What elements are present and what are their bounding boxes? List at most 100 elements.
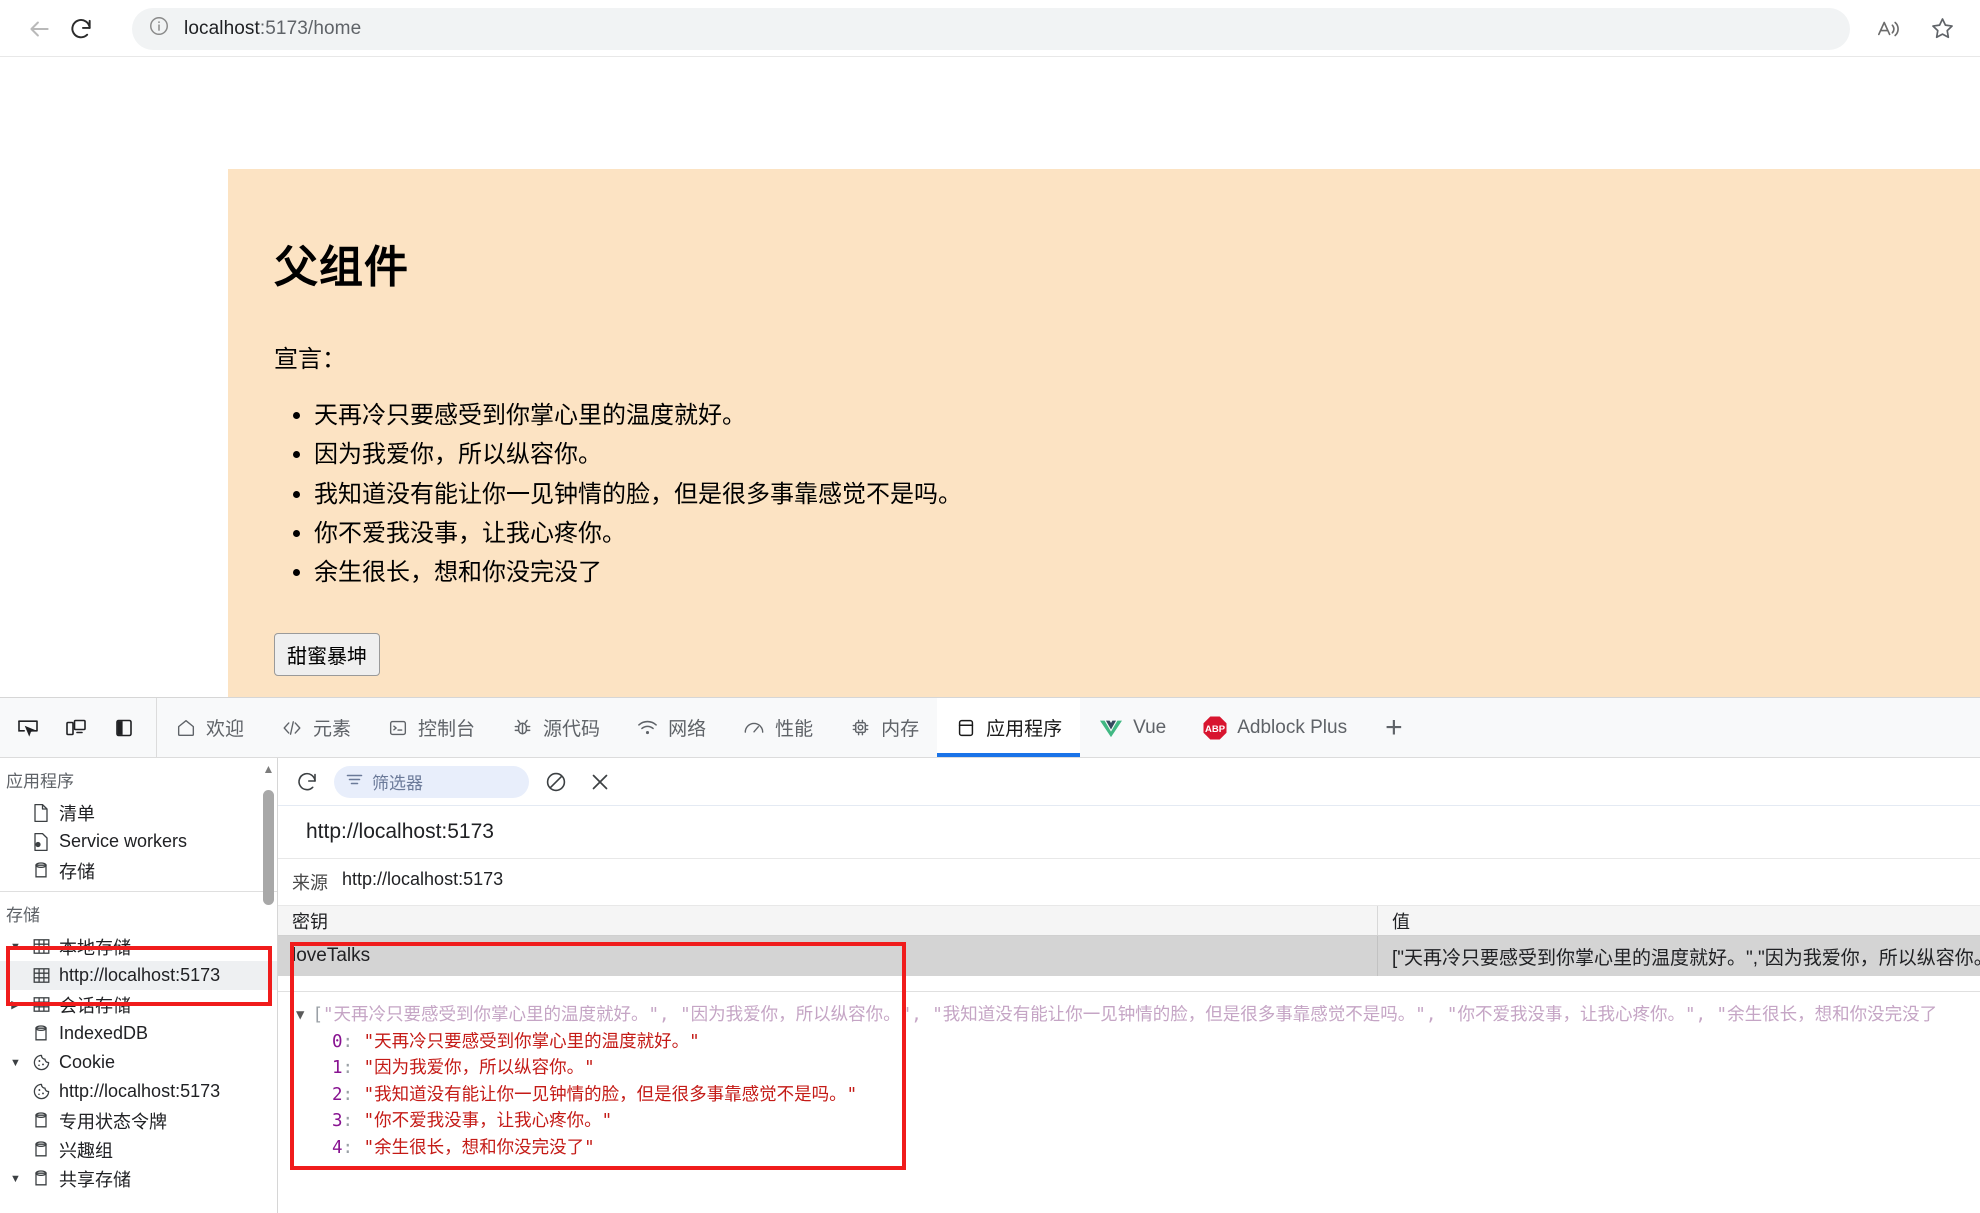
url-host: localhost xyxy=(184,17,260,39)
list-item: 因为我爱你，所以纵容你。 xyxy=(314,435,1980,474)
page-title: 父组件 xyxy=(274,243,409,292)
list-item: 我知道没有能让你一见钟情的脸，但是很多事靠感觉不是吗。 xyxy=(314,475,1980,514)
url-path: :5173/home xyxy=(259,17,362,39)
table-row[interactable]: loveTalks ["天再冷只要感受到你掌心里的温度就好。","因为我爱你，所… xyxy=(278,936,1980,976)
filter-input[interactable]: 筛选器 xyxy=(334,765,529,798)
tab-label: 源代码 xyxy=(543,719,601,740)
chevron-right-icon[interactable]: ▶ xyxy=(8,998,23,1011)
code-brackets-icon xyxy=(280,717,304,739)
sidebar-item-label: 清单 xyxy=(59,803,95,824)
tab-label: 元素 xyxy=(313,719,352,740)
sidebar-item-local-storage-origin[interactable]: http://localhost:5173 xyxy=(0,961,277,990)
column-header-value[interactable]: 值 xyxy=(1378,908,1980,934)
list-item: 余生很长，想和你没完没了 xyxy=(314,553,1980,592)
refresh-button[interactable] xyxy=(290,765,324,799)
tab-label: 应用程序 xyxy=(986,719,1063,740)
preview-item-value: "我知道没有能让你一见钟情的脸，但是很多事靠感觉不是吗。" xyxy=(363,1084,858,1105)
back-button[interactable] xyxy=(18,8,60,50)
star-icon[interactable] xyxy=(1922,9,1962,49)
tab-sources[interactable]: 源代码 xyxy=(493,698,618,757)
preview-item-value: "因为我爱你，所以纵容你。" xyxy=(363,1058,595,1079)
storage-toolbar: 筛选器 xyxy=(278,758,1980,806)
abp-logo-icon: ABP xyxy=(1202,715,1228,741)
address-bar[interactable]: localhost:5173/home xyxy=(132,7,1850,50)
storage-key-value-table: 密钥 值 loveTalks ["天再冷只要感受到你掌心里的温度就好。","因为… xyxy=(278,906,1980,992)
console-icon xyxy=(387,717,409,739)
tab-adblock-plus[interactable]: ABP Adblock Plus xyxy=(1184,698,1365,757)
storage-origin-title: http://localhost:5173 xyxy=(278,806,1980,859)
browser-actions xyxy=(1868,9,1962,49)
expand-toggle-icon[interactable]: ▼ xyxy=(296,1002,304,1026)
tab-performance[interactable]: 性能 xyxy=(724,698,831,757)
sidebar-item-label: 存储 xyxy=(59,861,95,882)
sidebar-item-indexeddb[interactable]: IndexedDB xyxy=(0,1019,277,1048)
tab-console[interactable]: 控制台 xyxy=(369,698,493,757)
tab-memory[interactable]: 内存 xyxy=(831,698,937,757)
tab-elements[interactable]: 元素 xyxy=(262,698,369,757)
preview-item-index: 4 xyxy=(332,1137,343,1158)
chevron-down-icon[interactable]: ▼ xyxy=(8,1173,23,1185)
sidebar-item-service-workers[interactable]: Service workers xyxy=(0,827,277,856)
tab-vue[interactable]: Vue xyxy=(1080,698,1184,757)
service-worker-icon xyxy=(30,832,52,852)
clear-all-button[interactable] xyxy=(539,765,573,799)
filter-lines-icon xyxy=(346,773,363,791)
tab-network[interactable]: 网络 xyxy=(618,698,724,757)
preview-array-item: 3: "你不爱我没事，让我心疼你。" xyxy=(332,1111,613,1132)
sweet-button[interactable]: 甜蜜暴坤 xyxy=(274,632,380,676)
dock-side-icon[interactable] xyxy=(106,710,142,746)
tab-application[interactable]: 应用程序 xyxy=(937,698,1081,757)
sidebar-item-cookie[interactable]: ▼ Cookie xyxy=(0,1048,277,1077)
sidebar-item-local-storage[interactable]: ▼ 本地存储 xyxy=(0,932,277,961)
sidebar-item-shared-storage[interactable]: ▼ 共享存储 xyxy=(0,1164,277,1193)
add-tab-button[interactable]: + xyxy=(1365,698,1423,757)
vue-logo-icon xyxy=(1098,717,1124,739)
scroll-up-arrow-icon[interactable]: ▲ xyxy=(261,762,276,776)
sidebar-scrollbar[interactable]: ▲ xyxy=(261,762,275,1102)
scrollbar-thumb[interactable] xyxy=(263,790,274,905)
delete-selected-button[interactable] xyxy=(583,765,617,799)
sidebar-section-storage-title: 存储 xyxy=(6,906,40,925)
storage-main-panel: 筛选器 http://localhost:5173 来源 http://loca… xyxy=(278,758,1980,1213)
browser-toolbar: localhost:5173/home xyxy=(0,0,1980,57)
page-viewport: 父组件 宣言： 天再冷只要感受到你掌心里的温度就好。 因为我爱你，所以纵容你。 … xyxy=(0,57,1980,697)
sidebar-item-interest-groups[interactable]: 兴趣组 xyxy=(0,1135,277,1164)
device-toolbar-icon[interactable] xyxy=(58,710,94,746)
preview-array-item: 2: "我知道没有能让你一见钟情的脸，但是很多事靠感觉不是吗。" xyxy=(332,1084,858,1105)
declaration-label: 宣言： xyxy=(274,346,346,373)
chevron-down-icon[interactable]: ▼ xyxy=(8,941,23,953)
sidebar-item-storage[interactable]: 存储 xyxy=(0,856,277,885)
storage-cylinder-icon xyxy=(30,861,52,881)
svg-text:ABP: ABP xyxy=(1205,724,1226,735)
sidebar-item-private-state-tokens[interactable]: 专用状态令牌 xyxy=(0,1106,277,1135)
table-empty-row xyxy=(278,976,1980,992)
manifest-file-icon xyxy=(30,803,52,823)
table-grid-icon xyxy=(30,966,52,985)
preview-summary-line[interactable]: ▼ ["天再冷只要感受到你掌心里的温度就好。", "因为我爱你，所以纵容你。",… xyxy=(296,1002,1980,1029)
read-aloud-icon[interactable] xyxy=(1868,9,1908,49)
preview-item-index: 0 xyxy=(332,1031,343,1052)
sidebar-item-manifest[interactable]: 清单 xyxy=(0,798,277,827)
value-preview-pane: ▼ ["天再冷只要感受到你掌心里的温度就好。", "因为我爱你，所以纵容你。",… xyxy=(278,992,1980,1213)
preview-array-item: 4: "余生很长，想和你没完没了" xyxy=(332,1137,595,1158)
sidebar-item-label: IndexedDB xyxy=(59,1023,149,1043)
sidebar-item-session-storage[interactable]: ▶ 会话存储 xyxy=(0,990,277,1019)
sidebar-item-cookie-origin[interactable]: http://localhost:5173 xyxy=(0,1077,277,1106)
tab-welcome[interactable]: 欢迎 xyxy=(157,698,262,757)
preview-item-index: 2 xyxy=(332,1084,343,1105)
preview-item-index: 1 xyxy=(332,1058,343,1079)
list-item: 天再冷只要感受到你掌心里的温度就好。 xyxy=(314,396,1980,435)
sidebar-item-label: 本地存储 xyxy=(59,937,131,958)
sidebar-item-label: Cookie xyxy=(59,1052,116,1072)
inspect-element-icon[interactable] xyxy=(10,710,46,746)
chevron-down-icon[interactable]: ▼ xyxy=(8,1057,23,1069)
column-header-key[interactable]: 密钥 xyxy=(278,906,1378,935)
reload-button[interactable] xyxy=(60,8,102,50)
tab-label: Adblock Plus xyxy=(1237,716,1348,738)
storage-origin-row: 来源 http://localhost:5173 xyxy=(278,859,1980,906)
storage-cylinder-icon xyxy=(30,1140,52,1160)
info-circle-icon[interactable] xyxy=(148,15,170,42)
preview-array-item: 1: "因为我爱你，所以纵容你。" xyxy=(332,1058,595,1079)
bug-icon xyxy=(511,716,534,739)
sidebar-item-label: http://localhost:5173 xyxy=(59,1081,221,1101)
